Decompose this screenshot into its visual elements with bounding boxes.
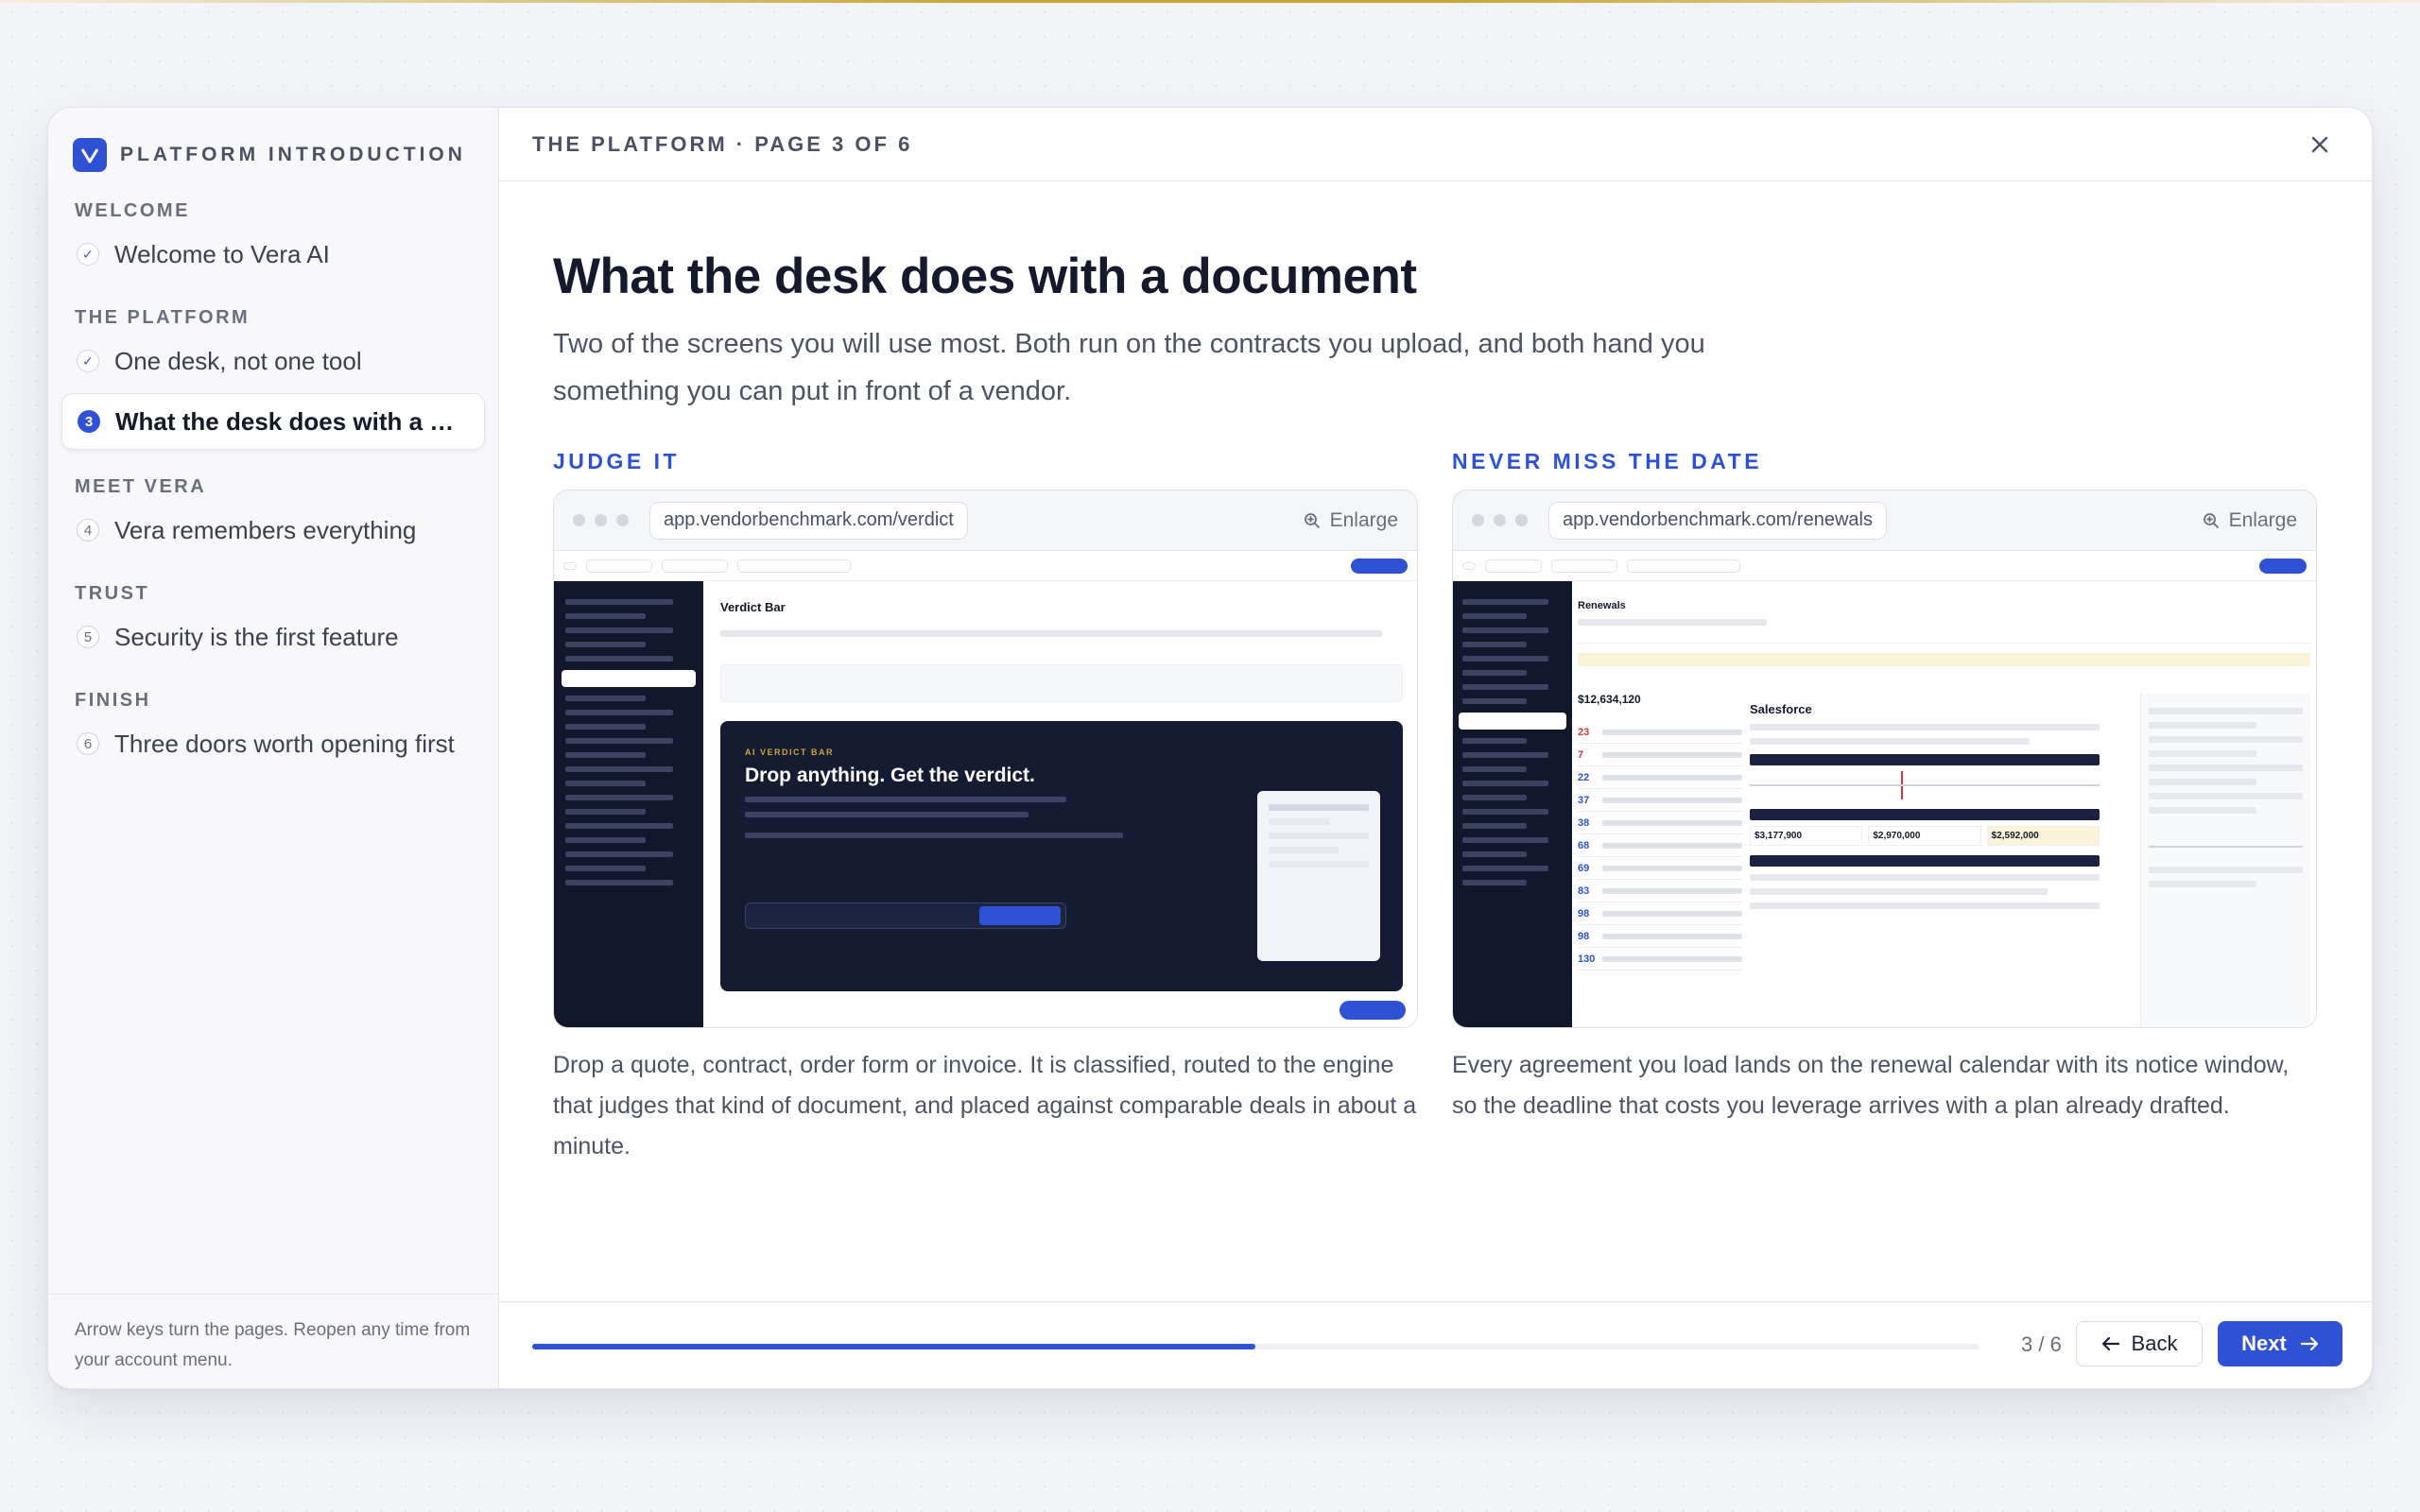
- mini-renewal-detail: Salesforce $3,177,900 $2,970,000 $2,592,…: [1750, 693, 2100, 1027]
- arrow-left-icon: [2101, 1336, 2119, 1351]
- sidebar-item-label: What the desk does with a document: [115, 406, 465, 436]
- close-button[interactable]: [2306, 130, 2334, 159]
- mini-page-title: Verdict Bar: [720, 600, 786, 614]
- sidebar-item-label: Three doors worth opening first: [114, 729, 455, 758]
- sidebar-item-welcome[interactable]: ✓ Welcome to Vera AI: [61, 228, 485, 281]
- page-content: What the desk does with a document Two o…: [499, 181, 2372, 1167]
- panel-judge-it: JUDGE IT app.vendorbenchmark.com/verdict…: [553, 449, 1418, 1167]
- renewals-screenshot: Renewals $12,634,120 23 7 22 37 38 68 69…: [1453, 551, 2316, 1027]
- step-number: 5: [77, 626, 99, 648]
- back-label: Back: [2131, 1332, 2178, 1355]
- page-title: What the desk does with a document: [553, 249, 1417, 304]
- check-icon: ✓: [77, 243, 99, 266]
- enlarge-label: Enlarge: [1329, 508, 1398, 531]
- verdict-hero: AI VERDICT BAR Drop anything. Get the ve…: [720, 721, 1403, 991]
- zoom-icon: [1304, 512, 1320, 528]
- verdict-screenshot: Verdict Bar AI VERDICT BAR Drop anything…: [554, 551, 1417, 1027]
- step-number: 4: [77, 519, 99, 541]
- page-lede: Two of the screens you will use most. Bo…: [553, 329, 1705, 406]
- sidebar-header: PLATFORM INTRODUCTION: [48, 108, 498, 176]
- vera-logo-icon: [73, 138, 107, 172]
- top-accent-line: [0, 0, 2420, 3]
- browser-frame: app.vendorbenchmark.com/renewals Enlarge: [1452, 490, 2317, 1028]
- close-icon: [2311, 136, 2328, 153]
- section-welcome: WELCOME: [75, 200, 190, 221]
- sidebar-item-label: One desk, not one tool: [114, 346, 362, 375]
- step-number: 6: [77, 732, 99, 755]
- mini-topbar: [554, 551, 1417, 581]
- mini-verdict-button: [979, 906, 1061, 925]
- sidebar-item-three-doors[interactable]: 6 Three doors worth opening first: [61, 717, 485, 770]
- sidebar-item-vera-remembers[interactable]: 4 Vera remembers everything: [61, 504, 485, 557]
- mini-topbar: [1453, 551, 2316, 581]
- mini-sidebar: [554, 581, 703, 1027]
- panel-caption: Drop a quote, contract, order form or in…: [553, 1052, 1417, 1160]
- mini-ask-vera: [1340, 1001, 1406, 1020]
- mini-total: $12,634,120: [1578, 693, 1641, 706]
- mini-page-title: Renewals: [1578, 600, 1626, 611]
- check-icon: ✓: [77, 350, 99, 372]
- panel-never-miss: NEVER MISS THE DATE app.vendorbenchmark.…: [1452, 449, 2317, 1167]
- section-meet-vera: MEET VERA: [75, 476, 207, 497]
- progress-fill: [532, 1344, 1255, 1349]
- next-label: Next: [2241, 1332, 2287, 1355]
- next-button[interactable]: Next: [2218, 1321, 2342, 1366]
- section-platform: THE PLATFORM: [75, 307, 251, 328]
- sidebar-item-label: Welcome to Vera AI: [114, 239, 330, 268]
- section-trust: TRUST: [75, 583, 150, 604]
- section-finish: FINISH: [75, 690, 151, 711]
- sidebar-item-one-desk[interactable]: ✓ One desk, not one tool: [61, 335, 485, 387]
- back-button[interactable]: Back: [2076, 1321, 2203, 1366]
- browser-bar: app.vendorbenchmark.com/renewals Enlarge: [1453, 490, 2316, 551]
- url-field: app.vendorbenchmark.com/renewals: [1548, 501, 1887, 540]
- window-dots: [1472, 514, 1528, 526]
- hero-headline: Drop anything. Get the verdict.: [745, 765, 1035, 786]
- sidebar: PLATFORM INTRODUCTION WELCOME ✓ Welcome …: [48, 108, 499, 1388]
- panels: JUDGE IT app.vendorbenchmark.com/verdict…: [553, 449, 2317, 1167]
- browser-bar: app.vendorbenchmark.com/verdict Enlarge: [554, 490, 1417, 551]
- panel-kicker: JUDGE IT: [553, 449, 681, 473]
- main-panel: THE PLATFORM · PAGE 3 OF 6 What the desk…: [499, 108, 2372, 1388]
- mini-renewal-list: $12,634,120 23 7 22 37 38 68 69 83 98 98…: [1578, 693, 1742, 1027]
- url-field: app.vendorbenchmark.com/verdict: [649, 501, 968, 540]
- step-number: 3: [78, 410, 100, 433]
- mini-sidebar: [1453, 581, 1572, 1027]
- sidebar-item-label: Security is the first feature: [114, 622, 399, 651]
- page-count: 3 / 6: [2021, 1332, 2062, 1356]
- sidebar-footer-hint: Arrow keys turn the pages. Reopen any ti…: [48, 1294, 498, 1388]
- window-dots: [573, 514, 629, 526]
- mini-vendor: Salesforce: [1750, 702, 1812, 716]
- sidebar-item-security[interactable]: 5 Security is the first feature: [61, 610, 485, 663]
- panel-caption: Every agreement you load lands on the re…: [1452, 1052, 2290, 1119]
- sidebar-item-document[interactable]: 3 What the desk does with a document: [61, 393, 485, 450]
- main-footer: 3 / 6 Back Next: [499, 1301, 2372, 1388]
- sidebar-title: PLATFORM INTRODUCTION: [120, 144, 466, 165]
- sidebar-item-label: Vera remembers everything: [114, 515, 417, 544]
- breadcrumb: THE PLATFORM · PAGE 3 OF 6: [532, 131, 913, 156]
- main-header: THE PLATFORM · PAGE 3 OF 6: [499, 108, 2372, 181]
- enlarge-label: Enlarge: [2228, 508, 2297, 531]
- enlarge-button[interactable]: Enlarge: [2203, 509, 2297, 532]
- enlarge-button[interactable]: Enlarge: [1304, 509, 1398, 532]
- browser-frame: app.vendorbenchmark.com/verdict Enlarge: [553, 490, 1418, 1028]
- zoom-icon: [2203, 512, 2219, 528]
- mini-agreement-panel: [2140, 693, 2310, 1027]
- arrow-right-icon: [2300, 1336, 2318, 1351]
- mini-main: Renewals $12,634,120 23 7 22 37 38 68 69…: [1578, 589, 2310, 1027]
- intro-modal: PLATFORM INTRODUCTION WELCOME ✓ Welcome …: [47, 107, 2373, 1389]
- hero-kicker: AI VERDICT BAR: [745, 747, 835, 757]
- progress-bar: [532, 1344, 1979, 1349]
- panel-kicker: NEVER MISS THE DATE: [1452, 449, 1763, 473]
